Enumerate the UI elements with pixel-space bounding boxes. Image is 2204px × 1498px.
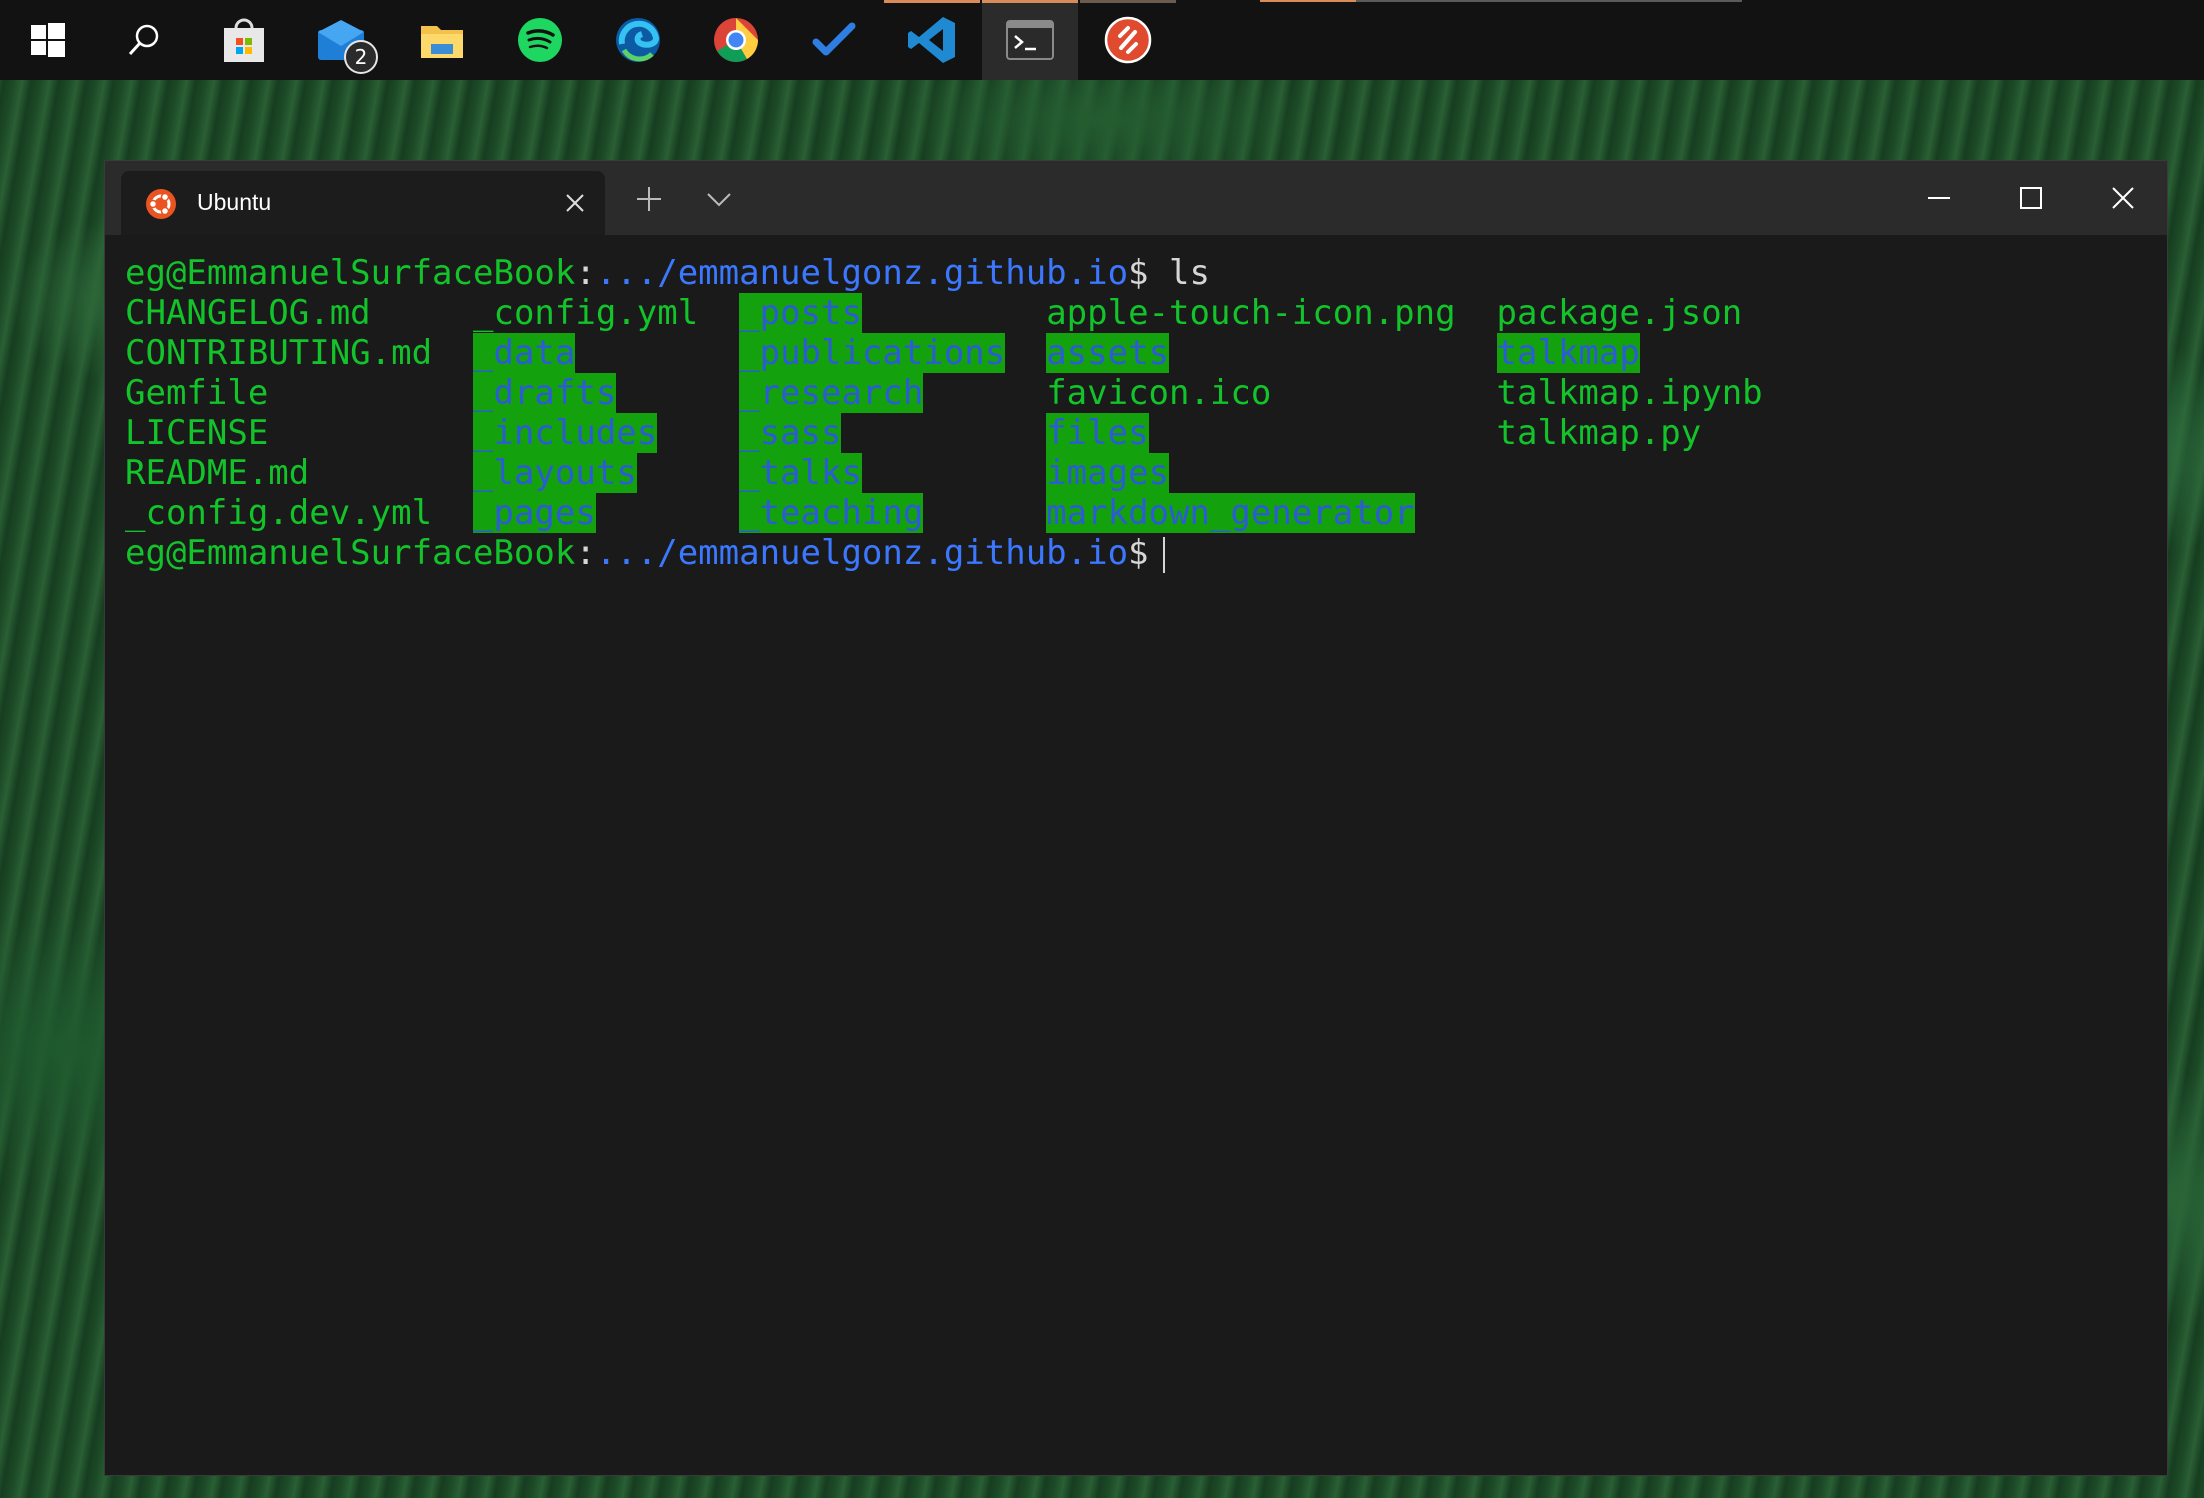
directory-entry: _drafts [473,373,617,413]
mail-icon[interactable]: 2 [294,0,390,80]
chrome-icon[interactable] [688,0,784,80]
terminal-window: Ubuntu eg@EmmanuelSurfaceBook:.../emmanu… [104,160,2168,1476]
ubuntu-icon [146,189,176,219]
minimize-icon [1928,197,1950,199]
file-entry: _config.dev.yml [125,493,433,533]
edge-icon[interactable] [590,0,686,80]
todo-icon[interactable] [786,0,882,80]
directory-entry: images [1046,453,1170,493]
prompt-path: .../emmanuelgonz.github.io [595,533,1129,573]
remote-desktop-icon[interactable] [1080,0,1176,80]
directory-entry: _research [739,373,924,413]
command-text: ls [1169,253,1210,293]
file-entry: apple-touch-icon.png [1046,293,1456,333]
directory-entry: _posts [739,293,862,333]
ls-output: CHANGELOG.md _config.yml _posts apple-to… [125,293,1763,533]
maximize-button[interactable] [1985,161,2077,235]
close-window-button[interactable] [2077,161,2169,235]
text-cursor [1162,536,1165,573]
prompt-separator: : [575,533,596,573]
directory-entry: markdown_generator [1046,493,1415,533]
tab-title: Ubuntu [197,189,272,215]
directory-entry: talkmap [1496,333,1640,373]
search-icon[interactable] [96,0,192,80]
chevron-down-icon[interactable] [705,191,733,209]
directory-entry: _publications [739,333,1006,373]
minimize-button[interactable] [1893,161,1985,235]
directory-entry: assets [1046,333,1170,373]
directory-entry: _includes [473,413,658,453]
close-tab-icon[interactable] [565,193,585,213]
prompt-path: .../emmanuelgonz.github.io [595,253,1129,293]
file-entry: talkmap.ipynb [1496,373,1763,413]
terminal-pane[interactable]: eg@EmmanuelSurfaceBook:.../emmanuelgonz.… [105,235,2167,1475]
close-icon [2112,187,2134,209]
file-entry: talkmap.py [1496,413,1702,453]
prompt-symbol: $ [1128,253,1149,293]
title-bar: Ubuntu [105,161,2167,235]
prompt-user: eg@EmmanuelSurfaceBook [125,253,576,293]
taskbar-indicator-dim [1356,0,1742,2]
terminal-icon[interactable] [982,0,1078,80]
file-entry: README.md [125,453,310,493]
taskbar-indicator [1260,0,1356,2]
spotify-icon[interactable] [492,0,588,80]
windows-start-icon[interactable] [0,0,96,80]
prompt-user: eg@EmmanuelSurfaceBook [125,533,576,573]
prompt-separator: : [575,253,596,293]
file-entry: Gemfile [125,373,269,413]
file-entry: LICENSE [125,413,269,453]
directory-entry: _pages [473,493,596,533]
directory-entry: _sass [739,413,842,453]
directory-entry: _data [473,333,576,373]
file-entry: package.json [1496,293,1743,333]
file-entry: _config.yml [473,293,699,333]
vscode-icon[interactable] [884,0,980,80]
taskbar: 2 [0,0,2204,80]
directory-entry: _talks [739,453,862,493]
store-icon[interactable] [196,0,292,80]
file-entry: CONTRIBUTING.md [125,333,433,373]
file-entry: CHANGELOG.md [125,293,371,333]
tab-ubuntu[interactable]: Ubuntu [121,171,605,235]
maximize-icon [2020,187,2042,209]
file-explorer-icon[interactable] [394,0,490,80]
directory-entry: files [1046,413,1149,453]
mail-badge: 2 [344,40,378,74]
terminal-output: eg@EmmanuelSurfaceBook:.../emmanuelgonz.… [125,253,1763,573]
file-entry: favicon.ico [1046,373,1272,413]
directory-entry: _layouts [473,453,637,493]
prompt-symbol: $ [1128,533,1149,573]
new-tab-icon[interactable] [635,185,663,213]
directory-entry: _teaching [739,493,924,533]
